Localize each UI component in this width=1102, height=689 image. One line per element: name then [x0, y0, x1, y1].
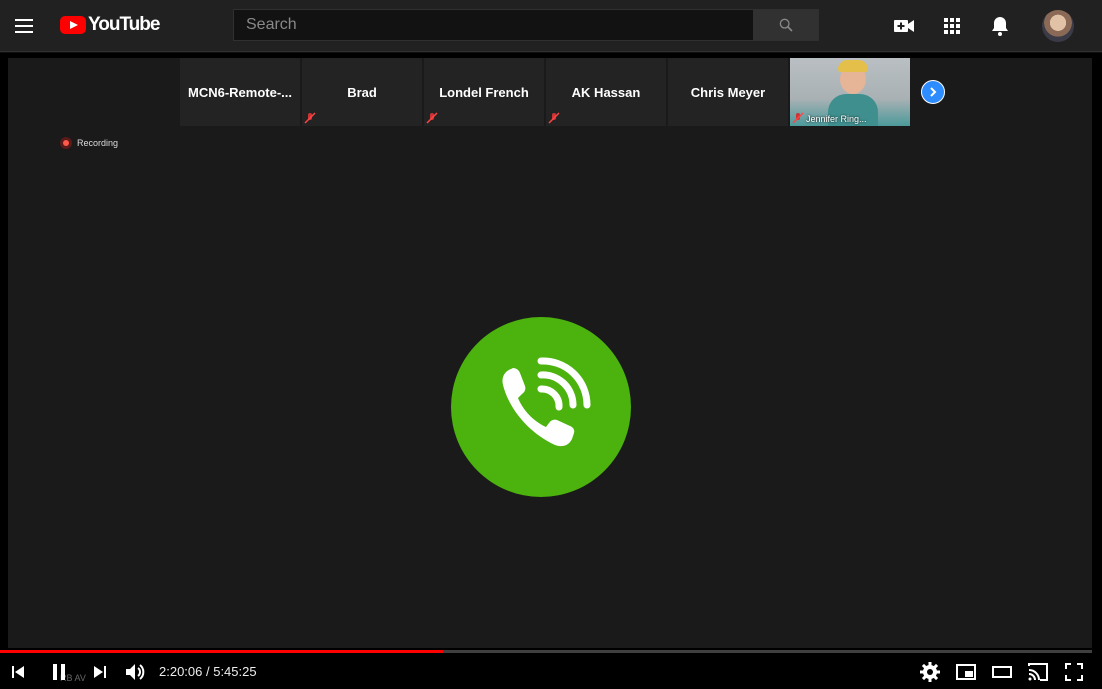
- search-icon: [779, 18, 793, 32]
- create-video-icon[interactable]: [892, 14, 916, 38]
- video-frame[interactable]: MCN6-Remote-... Brad Londel French AK Ha…: [8, 58, 1092, 648]
- miniplayer-icon[interactable]: [954, 660, 978, 684]
- participant-name: Brad: [347, 84, 377, 100]
- fullscreen-icon[interactable]: [1062, 660, 1086, 684]
- time-separator: /: [202, 664, 214, 679]
- time-display: 2:20:06 / 5:45:25: [159, 664, 257, 679]
- search-button[interactable]: [754, 9, 819, 41]
- youtube-logo[interactable]: YouTube: [60, 14, 160, 36]
- muted-mic-icon: [426, 112, 438, 124]
- recording-dot-icon: [60, 137, 72, 149]
- previous-icon[interactable]: [6, 660, 30, 684]
- pause-icon[interactable]: [47, 660, 71, 684]
- youtube-play-logo-icon: [60, 16, 86, 34]
- apps-grid-icon[interactable]: [940, 14, 964, 38]
- menu-icon[interactable]: [12, 14, 36, 38]
- video-player[interactable]: MCN6-Remote-... Brad Londel French AK Ha…: [0, 53, 1102, 689]
- progress-played: [0, 650, 444, 653]
- participant-name: AK Hassan: [571, 84, 641, 100]
- masthead: YouTube: [0, 0, 1102, 52]
- duration: 5:45:25: [213, 664, 257, 679]
- settings-gear-icon[interactable]: [918, 660, 942, 684]
- participant-filmstrip: MCN6-Remote-... Brad Londel French AK Ha…: [180, 58, 910, 130]
- avatar[interactable]: [1042, 10, 1074, 42]
- next-participants-button[interactable]: [921, 80, 945, 104]
- muted-mic-icon: [304, 112, 316, 124]
- cast-icon[interactable]: [1026, 660, 1050, 684]
- muted-mic-icon: [792, 112, 804, 124]
- theater-mode-icon[interactable]: [990, 660, 1014, 684]
- notifications-bell-icon[interactable]: [988, 14, 1012, 38]
- participant-tile[interactable]: MCN6-Remote-...: [180, 58, 300, 126]
- phone-handset-icon: [502, 357, 591, 447]
- participant-tile[interactable]: AK Hassan: [546, 58, 666, 126]
- current-time: 2:20:06: [159, 664, 203, 679]
- logo-text: YouTube: [88, 14, 160, 35]
- participant-name: MCN6-Remote-...: [187, 84, 292, 100]
- muted-mic-icon: [548, 112, 560, 124]
- player-controls: 2:20:06 / 5:45:25: [0, 657, 1102, 687]
- search-input[interactable]: [233, 9, 754, 41]
- progress-bar[interactable]: [0, 650, 1092, 653]
- recording-label: Recording: [77, 138, 119, 148]
- participant-tile[interactable]: Brad: [302, 58, 422, 126]
- participant-name: Chris Meyer: [690, 84, 766, 100]
- participant-tile[interactable]: Chris Meyer: [668, 58, 788, 126]
- recording-indicator: Recording: [60, 137, 118, 149]
- participant-name: Jennifer Ring...: [806, 114, 867, 124]
- participant-video-tile[interactable]: Jennifer Ring...: [790, 58, 910, 126]
- volume-icon[interactable]: [123, 660, 147, 684]
- next-video-icon[interactable]: [88, 660, 112, 684]
- participant-video-hair: [838, 60, 868, 72]
- search-bar: [233, 9, 819, 41]
- participant-name: Londel French: [439, 84, 529, 100]
- participant-tile[interactable]: Londel French: [424, 58, 544, 126]
- chevron-right-icon: [930, 87, 937, 97]
- phone-ringing-icon: [451, 317, 631, 497]
